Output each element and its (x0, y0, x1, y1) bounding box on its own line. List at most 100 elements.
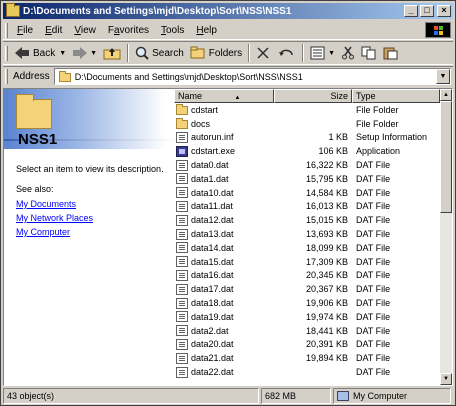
address-grip[interactable] (5, 69, 8, 84)
file-row[interactable]: data21.dat 19,894 KB DAT File (174, 351, 440, 365)
file-type-cell: DAT File (356, 284, 391, 295)
maximize-button[interactable]: □ (420, 5, 434, 17)
views-dropdown-icon[interactable]: ▼ (328, 50, 335, 57)
move-to-button[interactable] (253, 43, 275, 63)
file-icon (176, 283, 188, 295)
file-name-cell: data2.dat (174, 325, 274, 337)
menu-grip[interactable] (5, 22, 8, 38)
content-area: NSS1 Select an item to view its descript… (3, 88, 453, 386)
file-row[interactable]: data12.dat 15,015 KB DAT File (174, 213, 440, 227)
file-type-cell: DAT File (356, 187, 391, 198)
file-size-cell: 19,894 KB (305, 353, 348, 364)
folders-label: Folders (208, 47, 243, 59)
back-button[interactable]: Back ▼ (11, 43, 69, 63)
file-name-cell: data13.dat (174, 228, 274, 240)
status-zone-label: My Computer (353, 391, 408, 401)
file-row[interactable]: data10.dat 14,584 KB DAT File (174, 186, 440, 200)
column-header-type[interactable]: Type (352, 89, 440, 103)
address-label: Address (13, 71, 50, 82)
file-size-cell: 20,367 KB (305, 284, 348, 295)
file-type-cell: File Folder (356, 104, 399, 115)
file-size-cell: 19,974 KB (305, 311, 348, 322)
explorer-window: D:\Documents and Settings\mjd\Desktop\So… (0, 0, 456, 406)
toolbar-grip[interactable] (5, 45, 8, 61)
file-size-cell: 15,795 KB (305, 173, 348, 184)
cut-button[interactable] (338, 43, 358, 63)
views-button[interactable]: ▼ (307, 43, 338, 63)
file-row[interactable]: data20.dat 20,391 KB DAT File (174, 338, 440, 352)
file-row[interactable]: data17.dat 20,367 KB DAT File (174, 282, 440, 296)
file-icon (176, 159, 188, 171)
up-folder-button[interactable] (100, 43, 124, 63)
file-row[interactable]: data11.dat 16,013 KB DAT File (174, 200, 440, 214)
column-header-name[interactable]: Name ▲ (174, 89, 274, 103)
back-arrow-icon (15, 47, 29, 59)
file-name: data15.dat (191, 256, 234, 267)
file-row[interactable]: data2.dat 18,441 KB DAT File (174, 324, 440, 338)
window-title: D:\Documents and Settings\mjd\Desktop\So… (23, 5, 292, 17)
paste-button[interactable] (380, 43, 402, 63)
file-row[interactable]: data13.dat 13,693 KB DAT File (174, 227, 440, 241)
file-row[interactable]: data18.dat 19,906 KB DAT File (174, 296, 440, 310)
forward-arrow-icon (73, 47, 88, 59)
file-row[interactable]: data14.dat 18,099 KB DAT File (174, 241, 440, 255)
file-name: data12.dat (191, 215, 234, 226)
minimize-button[interactable]: _ (404, 5, 418, 17)
scroll-up-button[interactable]: ▲ (440, 89, 452, 101)
address-dropdown-button[interactable]: ▼ (436, 69, 450, 84)
link-my-computer[interactable]: My Computer (16, 225, 93, 239)
forward-dropdown-icon[interactable]: ▼ (90, 50, 97, 57)
file-list-pane: Name ▲ Size Type cdstart File Folder docs F… (174, 89, 452, 385)
forward-button[interactable]: ▼ (69, 43, 100, 63)
file-name: data13.dat (191, 229, 234, 240)
folders-button[interactable]: Folders (187, 43, 245, 63)
menu-favorites[interactable]: Favorites (102, 25, 155, 36)
search-button[interactable]: Search (132, 43, 187, 63)
file-type-cell: DAT File (356, 325, 391, 336)
close-button[interactable]: × (437, 5, 451, 17)
file-name-cell: data21.dat (174, 352, 274, 364)
undo-button[interactable] (275, 43, 299, 63)
file-row[interactable]: docs File Folder (174, 117, 440, 131)
file-row[interactable]: data1.dat 15,795 KB DAT File (174, 172, 440, 186)
scroll-down-button[interactable]: ▼ (440, 373, 452, 385)
menu-tools[interactable]: Tools (155, 25, 190, 36)
file-name-cell: cdstart.exe (174, 145, 274, 157)
file-type-cell: DAT File (356, 270, 391, 281)
menu-view[interactable]: View (68, 25, 102, 36)
link-my-documents[interactable]: My Documents (16, 197, 93, 211)
file-name: data10.dat (191, 187, 234, 198)
file-name: data11.dat (191, 201, 233, 212)
file-size-cell: 13,693 KB (305, 229, 348, 240)
menu-edit[interactable]: Edit (39, 25, 68, 36)
back-dropdown-icon[interactable]: ▼ (59, 50, 66, 57)
menu-help[interactable]: Help (190, 25, 223, 36)
file-icon (176, 214, 188, 226)
address-input[interactable]: D:\Documents and Settings\mjd\Desktop\So… (53, 68, 451, 85)
file-type-cell: Setup Information (356, 132, 428, 143)
file-row[interactable]: data0.dat 16,322 KB DAT File (174, 158, 440, 172)
column-header-size[interactable]: Size (274, 89, 352, 103)
file-name-cell: data10.dat (174, 187, 274, 199)
file-name: data14.dat (191, 242, 234, 253)
file-name: data17.dat (191, 284, 234, 295)
file-name-cell: data19.dat (174, 311, 274, 323)
file-row[interactable]: cdstart.exe 106 KB Application (174, 144, 440, 158)
file-type-cell: DAT File (356, 242, 391, 253)
file-row[interactable]: cdstart File Folder (174, 103, 440, 117)
file-row[interactable]: autorun.inf 1 KB Setup Information (174, 131, 440, 145)
menu-file[interactable]: File (11, 25, 39, 36)
link-my-network-places[interactable]: My Network Places (16, 211, 93, 225)
windows-logo-icon (425, 22, 451, 38)
vertical-scrollbar[interactable]: ▲ ▼ (440, 89, 452, 385)
file-row[interactable]: data19.dat 19,974 KB DAT File (174, 310, 440, 324)
file-row[interactable]: data22.dat DAT File (174, 365, 440, 379)
title-bar[interactable]: D:\Documents and Settings\mjd\Desktop\So… (3, 3, 453, 19)
scroll-thumb[interactable] (440, 101, 452, 213)
file-row[interactable]: data16.dat 20,345 KB DAT File (174, 269, 440, 283)
copy-button[interactable] (358, 43, 380, 63)
file-row[interactable]: data15.dat 17,309 KB DAT File (174, 255, 440, 269)
sort-ascending-icon: ▲ (234, 95, 241, 101)
menu-bar: File Edit View Favorites Tools Help (3, 21, 453, 40)
file-name: cdstart (191, 104, 219, 115)
